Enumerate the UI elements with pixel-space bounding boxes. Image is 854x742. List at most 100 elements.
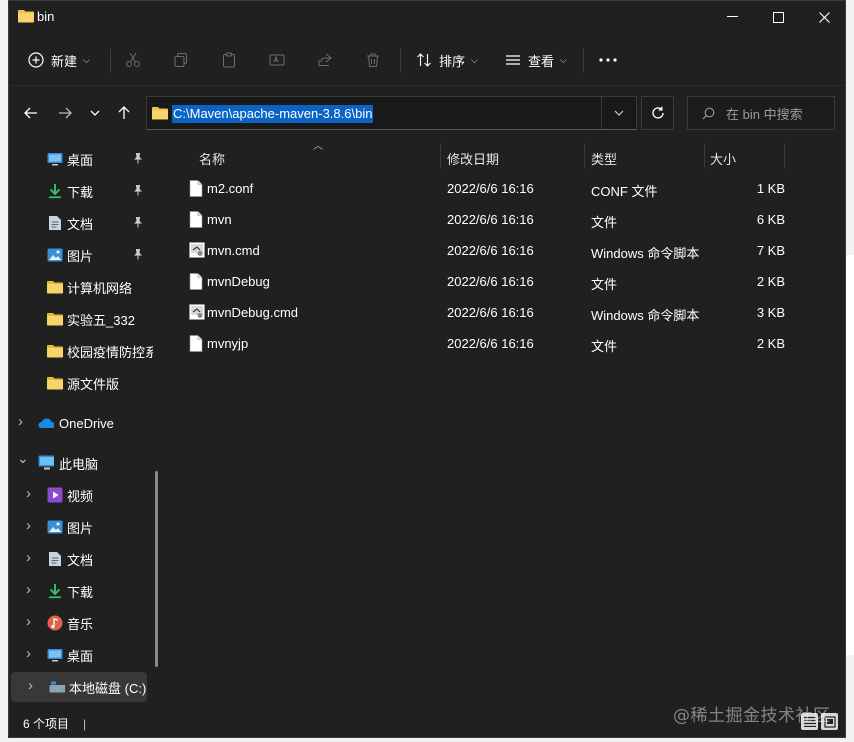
sidebar-item-pc[interactable]: › 视频	[9, 480, 159, 510]
column-divider[interactable]	[784, 143, 785, 169]
sidebar-item-this-pc[interactable]: ⌄ 此电脑	[9, 448, 159, 478]
onedrive-icon	[38, 415, 54, 431]
sidebar-item-quick-access[interactable]: 实验五_332	[9, 304, 159, 334]
status-separator: |	[83, 717, 87, 731]
recent-locations-button[interactable]	[83, 101, 107, 125]
folder-icon	[47, 311, 63, 327]
file-type: CONF 文件	[591, 184, 658, 199]
chevron-down-icon	[90, 110, 100, 116]
column-divider[interactable]	[584, 143, 585, 169]
navigation-scrollbar[interactable]	[155, 471, 158, 667]
column-divider[interactable]	[704, 143, 705, 169]
arrow-left-icon	[24, 107, 37, 119]
sidebar-item-label: 此电脑	[59, 456, 99, 472]
rename-button[interactable]	[269, 47, 285, 73]
chevron-right-icon[interactable]: ›	[26, 485, 31, 502]
sidebar-item-quick-access[interactable]: 下载	[9, 176, 159, 206]
forward-button[interactable]	[53, 101, 77, 125]
address-bar[interactable]: C:\Maven\apache-maven-3.8.6\bin	[146, 96, 637, 130]
file-explorer-window: bin 新建 ⌵ 排序 ⌵ 查看 ⌵ C:\Maven\apache-maven…	[8, 0, 846, 738]
delete-button[interactable]	[365, 47, 381, 73]
title-bar[interactable]: bin	[9, 1, 845, 33]
pin-icon	[133, 216, 143, 231]
column-header-name[interactable]: 名称	[199, 149, 225, 175]
minimize-button[interactable]	[709, 1, 755, 33]
window-title: bin	[37, 9, 55, 24]
sidebar-item-pc[interactable]: › 本地磁盘 (C:)	[11, 672, 147, 702]
column-divider[interactable]	[440, 143, 441, 169]
sidebar-item-label: 下载	[67, 184, 94, 200]
cut-button[interactable]	[125, 47, 141, 73]
file-size: 7 KB	[756, 243, 785, 258]
view-button[interactable]: 查看 ⌵	[505, 47, 567, 73]
chevron-right-icon[interactable]: ›	[28, 677, 33, 694]
file-row[interactable]: m2.conf 2022/6/6 16:16 CONF 文件 1 KB	[179, 173, 789, 204]
chevron-right-icon[interactable]: ›	[18, 413, 23, 430]
address-path[interactable]: C:\Maven\apache-maven-3.8.6\bin	[172, 105, 374, 123]
chevron-down-icon[interactable]: ⌄	[17, 450, 29, 467]
copy-button[interactable]	[173, 47, 189, 73]
new-button[interactable]: 新建 ⌵	[28, 47, 90, 73]
more-options-icon	[599, 58, 617, 62]
sidebar-item-quick-access[interactable]: 计算机网络	[9, 272, 159, 302]
chevron-down-icon: ⌵	[471, 54, 478, 65]
share-button[interactable]	[317, 47, 333, 73]
file-row[interactable]: mvn 2022/6/6 16:16 文件 6 KB	[179, 204, 789, 235]
file-name: mvnyjp	[207, 336, 249, 351]
file-name: mvn	[207, 212, 232, 227]
back-button[interactable]	[19, 101, 43, 125]
sidebar-item-quick-access[interactable]: 校园疫情防控系	[9, 336, 159, 366]
video-icon	[47, 487, 63, 503]
chevron-right-icon[interactable]: ›	[26, 613, 31, 630]
column-header-size[interactable]: 大小	[710, 149, 736, 175]
chevron-right-icon[interactable]: ›	[26, 581, 31, 598]
toolbar-divider	[583, 49, 584, 73]
sidebar-item-label: OneDrive	[59, 415, 114, 431]
file-row[interactable]: mvnDebug 2022/6/6 16:16 文件 2 KB	[179, 266, 789, 297]
folder-icon	[18, 10, 34, 23]
sort-ascending-icon: ︿	[313, 141, 323, 152]
sidebar-item-quick-access[interactable]: 图片	[9, 240, 159, 270]
paste-button[interactable]	[221, 47, 237, 73]
file-row[interactable]: mvn.cmd 2022/6/6 16:16 Windows 命令脚本 7 KB	[179, 235, 789, 266]
sidebar-item-quick-access[interactable]: 桌面	[9, 144, 159, 174]
maximize-button[interactable]	[755, 1, 801, 33]
file-icon	[189, 273, 203, 293]
sort-button[interactable]: 排序 ⌵	[416, 47, 478, 73]
sidebar-item-pc[interactable]: › 音乐	[9, 608, 159, 638]
watermark: @稀土掘金技术社区	[673, 706, 831, 726]
more-options-button[interactable]	[599, 47, 617, 73]
refresh-button[interactable]	[641, 96, 674, 130]
chevron-right-icon[interactable]: ›	[26, 517, 31, 534]
file-row[interactable]: mvnDebug.cmd 2022/6/6 16:16 Windows 命令脚本 3 …	[179, 297, 789, 328]
sidebar-item-label: 文档	[67, 552, 94, 568]
sidebar-item-quick-access[interactable]: 源文件版	[9, 368, 159, 398]
command-bar: 新建 ⌵ 排序 ⌵ 查看 ⌵	[9, 35, 845, 85]
sidebar-item-pc[interactable]: › 文档	[9, 544, 159, 574]
sidebar-item-pc[interactable]: › 下载	[9, 576, 159, 606]
column-header-date[interactable]: 修改日期	[447, 149, 499, 175]
file-row[interactable]: mvnyjp 2022/6/6 16:16 文件 2 KB	[179, 328, 789, 359]
sidebar-item-quick-access[interactable]: 文档	[9, 208, 159, 238]
column-header-type[interactable]: 类型	[591, 149, 617, 175]
sidebar-item-pc[interactable]: › 桌面	[9, 640, 159, 670]
sidebar-item-onedrive[interactable]: › OneDrive	[9, 408, 159, 438]
sidebar-item-label: 文档	[67, 216, 94, 232]
chevron-right-icon[interactable]: ›	[26, 645, 31, 662]
download-icon	[47, 583, 63, 599]
file-size: 3 KB	[756, 305, 785, 320]
copy-icon	[174, 53, 187, 67]
search-input[interactable]	[724, 105, 828, 123]
file-size: 1 KB	[756, 181, 785, 196]
file-name: mvnDebug	[207, 274, 270, 289]
sidebar-item-pc[interactable]: › 图片	[9, 512, 159, 542]
close-button[interactable]	[801, 1, 847, 33]
chevron-right-icon[interactable]: ›	[26, 549, 31, 566]
up-button[interactable]	[112, 101, 136, 125]
sidebar-item-label: 实验五_332	[67, 312, 135, 328]
address-dropdown-button[interactable]	[601, 97, 636, 129]
search-box[interactable]	[687, 96, 835, 130]
desktop-icon	[47, 151, 63, 167]
arrow-right-icon	[59, 107, 72, 119]
new-label: 新建	[51, 53, 78, 69]
